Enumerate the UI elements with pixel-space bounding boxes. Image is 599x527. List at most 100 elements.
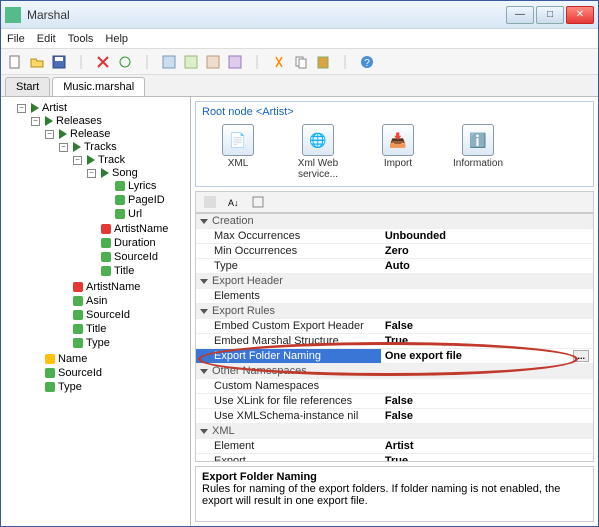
tree-type-r[interactable]: Type [86, 337, 110, 349]
tree-type-a[interactable]: Type [58, 381, 82, 393]
tool-b-button[interactable] [181, 52, 201, 72]
prop-elements[interactable]: Elements [196, 289, 381, 304]
tree-name[interactable]: Name [58, 353, 87, 365]
help-button[interactable]: ? [357, 52, 377, 72]
tool-d-button[interactable] [225, 52, 245, 72]
prop-export[interactable]: Export [196, 454, 381, 463]
expand-icon[interactable]: − [73, 156, 82, 165]
toolbar: ? [1, 49, 598, 75]
tree-tracks[interactable]: Tracks [84, 141, 117, 153]
tree-artist[interactable]: Artist [42, 102, 67, 114]
ellipsis-button[interactable]: ... [573, 350, 589, 362]
leaf-icon [101, 252, 111, 262]
sep2-icon [137, 52, 157, 72]
tab-music[interactable]: Music.marshal [52, 77, 145, 96]
prop-embed-header[interactable]: Embed Custom Export Header [196, 319, 381, 334]
globe-icon: 🌐 [302, 124, 334, 156]
tree-sourceid-a[interactable]: SourceId [58, 367, 102, 379]
tree-pageid[interactable]: PageID [128, 194, 165, 206]
prop-min-occurrences[interactable]: Min Occurrences [196, 244, 381, 259]
help-title: Export Folder Naming [202, 471, 587, 483]
collapse-icon[interactable] [200, 309, 208, 314]
menu-file[interactable]: File [7, 33, 25, 45]
menu-tools[interactable]: Tools [68, 33, 94, 45]
collapse-icon[interactable] [200, 369, 208, 374]
paste-button[interactable] [313, 52, 333, 72]
expand-icon[interactable]: − [45, 130, 54, 139]
root-node-panel: Root node <Artist> 📄XML 🌐Xml Web service… [195, 101, 594, 187]
leaf-icon [73, 324, 83, 334]
leaf-icon [73, 296, 83, 306]
xml-button[interactable]: 📄XML [208, 124, 268, 180]
xml-icon: 📄 [222, 124, 254, 156]
prop-export-folder-naming[interactable]: Export Folder Naming [196, 349, 381, 364]
releases-icon [45, 116, 53, 126]
tree-lyrics[interactable]: Lyrics [128, 180, 156, 192]
delete-button[interactable] [93, 52, 113, 72]
new-button[interactable] [5, 52, 25, 72]
copy-button[interactable] [291, 52, 311, 72]
title-bar[interactable]: Marshal — □ ✕ [1, 1, 598, 29]
tree-sourceid-t[interactable]: SourceId [114, 251, 158, 263]
svg-text:?: ? [364, 58, 370, 69]
save-button[interactable] [49, 52, 69, 72]
collapse-icon[interactable] [200, 429, 208, 434]
maximize-button[interactable]: □ [536, 6, 564, 24]
tree-asin[interactable]: Asin [86, 295, 107, 307]
prop-custom-namespaces[interactable]: Custom Namespaces [196, 379, 381, 394]
tree-title-r[interactable]: Title [86, 323, 106, 335]
alphabetical-button[interactable]: A↓ [224, 192, 244, 212]
window-title: Marshal [27, 8, 506, 22]
menu-help[interactable]: Help [105, 33, 128, 45]
tool-c-button[interactable] [203, 52, 223, 72]
tab-start[interactable]: Start [5, 77, 50, 96]
prop-xsi-nil[interactable]: Use XMLSchema-instance nil [196, 409, 381, 424]
prop-xlink[interactable]: Use XLink for file references [196, 394, 381, 409]
information-button[interactable]: ℹ️Information [448, 124, 508, 180]
collapse-icon[interactable] [200, 279, 208, 284]
prop-element[interactable]: Element [196, 439, 381, 454]
cut-button[interactable] [269, 52, 289, 72]
tree-song[interactable]: Song [112, 167, 138, 179]
tree-url[interactable]: Url [128, 208, 142, 220]
tree-track[interactable]: Track [98, 154, 125, 166]
song-icon [101, 168, 109, 178]
expand-icon[interactable]: − [87, 169, 96, 178]
expand-icon[interactable]: − [17, 104, 26, 113]
leaf-icon [45, 368, 55, 378]
minimize-button[interactable]: — [506, 6, 534, 24]
open-button[interactable] [27, 52, 47, 72]
artist-icon [31, 103, 39, 113]
expand-icon[interactable]: − [59, 143, 68, 152]
xml-web-service-button[interactable]: 🌐Xml Web service... [288, 124, 348, 180]
property-grid[interactable]: Creation Max OccurrencesUnbounded Min Oc… [195, 213, 594, 462]
tree-title-t[interactable]: Title [114, 265, 134, 277]
prop-embed-marshal[interactable]: Embed Marshal Structure [196, 334, 381, 349]
import-button[interactable]: 📥Import [368, 124, 428, 180]
close-button[interactable]: ✕ [566, 6, 594, 24]
property-pages-button[interactable] [248, 192, 268, 212]
refresh-button[interactable] [115, 52, 135, 72]
tree-artistname-r[interactable]: ArtistName [86, 281, 140, 293]
leaf-icon [73, 282, 83, 292]
collapse-icon[interactable] [200, 219, 208, 224]
menu-edit[interactable]: Edit [37, 33, 56, 45]
tree-duration[interactable]: Duration [114, 237, 156, 249]
categorized-button[interactable] [200, 192, 220, 212]
tree-sourceid-r[interactable]: SourceId [86, 309, 130, 321]
tree-release[interactable]: Release [70, 128, 110, 140]
import-icon: 📥 [382, 124, 414, 156]
leaf-icon [101, 238, 111, 248]
prop-max-occurrences[interactable]: Max Occurrences [196, 229, 381, 244]
tree-view[interactable]: −Artist −Releases −Release −Tracks −Trac… [1, 97, 191, 526]
leaf-icon [73, 310, 83, 320]
tree-releases[interactable]: Releases [56, 115, 102, 127]
menu-bar: File Edit Tools Help [1, 29, 598, 49]
app-icon [5, 7, 21, 23]
expand-icon[interactable]: − [31, 117, 40, 126]
tool-a-button[interactable] [159, 52, 179, 72]
info-icon: ℹ️ [462, 124, 494, 156]
right-pane: Root node <Artist> 📄XML 🌐Xml Web service… [191, 97, 598, 526]
prop-type[interactable]: Type [196, 259, 381, 274]
tree-artistname-t[interactable]: ArtistName [114, 223, 168, 235]
